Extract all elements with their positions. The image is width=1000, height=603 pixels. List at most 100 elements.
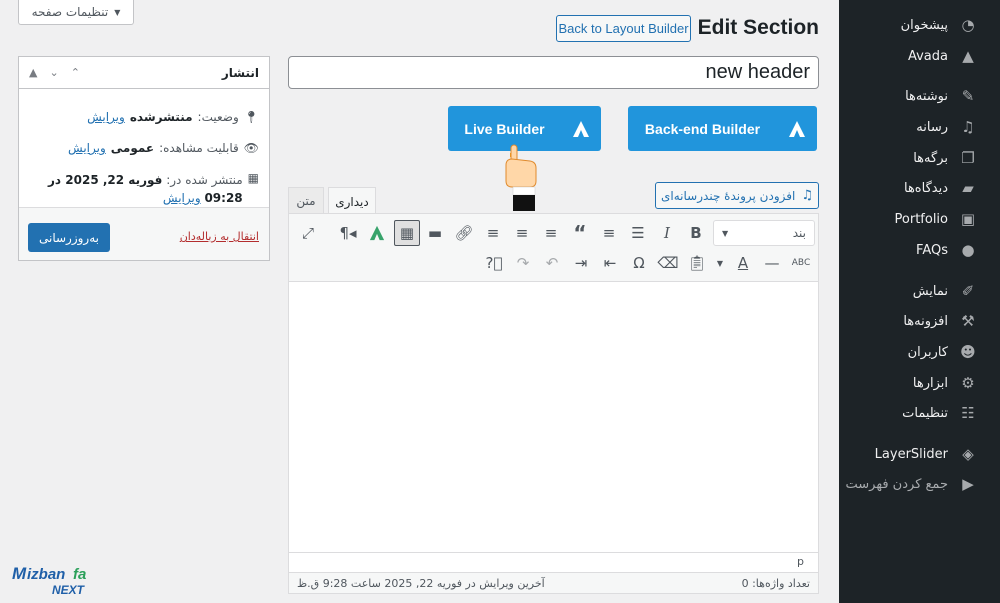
- pin-icon: ✎: [961, 87, 975, 105]
- sidebar-item-portfolio[interactable]: Portfolio ▣: [839, 204, 1000, 234]
- bullet-list-icon[interactable]: ☰: [625, 220, 651, 246]
- sidebar-item-label: تنظیمات: [902, 405, 948, 421]
- svg-text:M: M: [12, 564, 27, 583]
- outdent-icon[interactable]: ⇤: [597, 250, 623, 276]
- fullscreen-icon[interactable]: ⤢: [295, 220, 321, 246]
- page-settings-toggle[interactable]: تنظیمات صفحه ▼: [18, 0, 134, 25]
- rtl-paragraph-icon[interactable]: ¶◂: [335, 220, 361, 246]
- special-character-icon[interactable]: Ω: [626, 250, 652, 276]
- sidebar-item-posts[interactable]: نوشته‌ها ✎: [839, 81, 1000, 111]
- sidebar-item-label: ابزارها: [912, 375, 948, 391]
- settings-icon: ☷: [961, 404, 975, 422]
- page-title: Edit Section: [697, 16, 819, 39]
- paste-text-icon[interactable]: 📋︎: [684, 250, 710, 276]
- toolbar-toggle-icon[interactable]: ▦: [394, 220, 420, 246]
- tab-text[interactable]: متن: [288, 187, 324, 214]
- move-up-icon[interactable]: ▲: [29, 66, 37, 79]
- sidebar-item-label: دیدگاه‌ها: [903, 180, 948, 196]
- caret-down-icon: ▼: [722, 228, 729, 238]
- avada-logo-icon: [777, 120, 817, 138]
- backend-builder-button[interactable]: Back-end Builder: [628, 106, 817, 151]
- sidebar-item-comments[interactable]: دیدگاه‌ها ▰: [839, 173, 1000, 203]
- published-edit-link[interactable]: ویرایش: [163, 191, 201, 205]
- sidebar-item-appearance[interactable]: نمایش ✐: [839, 276, 1000, 306]
- format-select[interactable]: ▼ بند: [713, 220, 815, 246]
- blockquote-icon[interactable]: “: [567, 220, 593, 246]
- editor-content-area[interactable]: [289, 282, 818, 552]
- align-left-icon[interactable]: ≡: [538, 220, 564, 246]
- move-to-trash-link[interactable]: انتقال به زباله‌دان: [180, 230, 259, 243]
- text-color-icon[interactable]: A: [730, 250, 756, 276]
- align-center-icon[interactable]: ≡: [509, 220, 535, 246]
- visibility-value: عمومی: [110, 141, 155, 155]
- horizontal-line-icon[interactable]: —: [759, 250, 785, 276]
- align-right-icon[interactable]: ≡: [480, 220, 506, 246]
- published-date: فوریه 22, 2025 در: [48, 173, 163, 187]
- read-more-icon[interactable]: ▬: [422, 220, 448, 246]
- caret-down-icon[interactable]: ▼: [713, 250, 727, 276]
- clear-formatting-icon[interactable]: ⌫: [655, 250, 681, 276]
- format-select-value: بند: [792, 226, 806, 240]
- sidebar-item-pages[interactable]: برگه‌ها ❐: [839, 143, 1000, 173]
- tab-visual[interactable]: دیداری: [328, 187, 376, 215]
- sidebar-item-label: برگه‌ها: [913, 150, 948, 166]
- sidebar-item-label: افزونه‌ها: [903, 313, 948, 329]
- numbered-list-icon[interactable]: ≡: [596, 220, 622, 246]
- sidebar-item-label: FAQs: [916, 242, 948, 258]
- eye-icon: 👁︎: [243, 141, 259, 155]
- link-icon[interactable]: 🔗︎: [451, 220, 477, 246]
- status-row: 📍︎ وضعیت: منتشرشده ویرایش: [87, 110, 259, 124]
- status-edit-link[interactable]: ویرایش: [87, 110, 125, 124]
- sidebar-item-label: پیشخوان: [900, 17, 948, 33]
- live-builder-label: Live Builder: [464, 120, 545, 137]
- sidebar-item-plugins[interactable]: افزونه‌ها ⚒: [839, 306, 1000, 336]
- publish-box-header: ▲ ⌄ ⌃ انتشار: [19, 57, 269, 89]
- content-editor: ▼ بند B I ☰ ≡ “ ≡ ≡ ≡ 🔗︎ ▬ ▦ ¶◂ ⤢ ABC — …: [288, 213, 819, 594]
- sidebar-item-label: کاربران: [907, 344, 948, 360]
- avada-shortcode-icon[interactable]: [364, 220, 390, 246]
- publish-actions: به‌روزرسانی انتقال به زباله‌دان: [19, 207, 269, 260]
- editor-status-bar: آخرین ویرایش در فوریه 22, 2025 ساعت 9:28…: [289, 572, 818, 593]
- strikethrough-icon[interactable]: ABC: [788, 250, 814, 276]
- italic-icon[interactable]: I: [654, 220, 680, 246]
- portfolio-icon: ▣: [960, 210, 976, 228]
- caret-down-icon: ▼: [114, 7, 121, 17]
- undo-icon[interactable]: ↶: [539, 250, 565, 276]
- chevron-down-icon[interactable]: ⌄: [49, 66, 58, 79]
- dashboard-icon: ◔: [961, 16, 975, 34]
- update-button[interactable]: به‌روزرسانی: [28, 223, 110, 252]
- help-icon[interactable]: ?⃝: [481, 250, 507, 276]
- sidebar-item-avada[interactable]: Avada ▲: [839, 41, 1000, 71]
- media-icon: ♫: [961, 118, 975, 136]
- bold-icon[interactable]: B: [683, 220, 709, 246]
- sidebar-item-dashboard[interactable]: پیشخوان ◔: [839, 10, 1000, 40]
- visibility-edit-link[interactable]: ویرایش: [68, 141, 106, 155]
- calendar-icon: ▦: [247, 171, 259, 185]
- add-media-button[interactable]: افزودن پروندهٔ چندرسانه‌ای ♫: [655, 182, 819, 209]
- faq-icon: ●: [961, 241, 975, 259]
- sidebar-collapse[interactable]: جمع کردن فهرست ▶: [839, 469, 1000, 499]
- sidebar-item-users[interactable]: کاربران ☻: [839, 337, 1000, 367]
- sidebar-item-settings[interactable]: تنظیمات ☷: [839, 398, 1000, 428]
- sidebar-item-layerslider[interactable]: LayerSlider ◈: [839, 439, 1000, 469]
- back-to-layout-builder-button[interactable]: Back to Layout Builder: [556, 15, 691, 42]
- sidebar-item-faqs[interactable]: FAQs ●: [839, 235, 1000, 265]
- users-icon: ☻: [960, 343, 976, 361]
- editor-toolbar: ▼ بند B I ☰ ≡ “ ≡ ≡ ≡ 🔗︎ ▬ ▦ ¶◂ ⤢ ABC — …: [289, 214, 818, 282]
- mizbanfa-logo: M izban fa NEXT: [12, 564, 86, 597]
- sidebar-item-label: نمایش: [912, 283, 948, 299]
- publish-heading: انتشار: [221, 65, 259, 80]
- redo-icon[interactable]: ↷: [510, 250, 536, 276]
- pointer-hand-icon: [505, 144, 537, 211]
- add-media-label: افزودن پروندهٔ چندرسانه‌ای: [661, 188, 796, 203]
- status-value: منتشرشده: [129, 110, 193, 124]
- sidebar-item-tools[interactable]: ابزارها ⚙: [839, 368, 1000, 398]
- sidebar-item-media[interactable]: رسانه ♫: [839, 112, 1000, 142]
- admin-sidebar: پیشخوان ◔ Avada ▲ نوشته‌ها ✎ رسانه ♫ برگ…: [839, 0, 1000, 603]
- post-title-input[interactable]: new header: [288, 56, 819, 89]
- chevron-up-icon[interactable]: ⌃: [71, 66, 80, 79]
- publish-box: ▲ ⌄ ⌃ انتشار 📍︎ وضعیت: منتشرشده ویرایش 👁…: [18, 56, 270, 261]
- plugins-icon: ⚒: [961, 312, 975, 330]
- word-count: تعداد واژه‌ها: 0: [741, 576, 810, 590]
- indent-icon[interactable]: ⇥: [568, 250, 594, 276]
